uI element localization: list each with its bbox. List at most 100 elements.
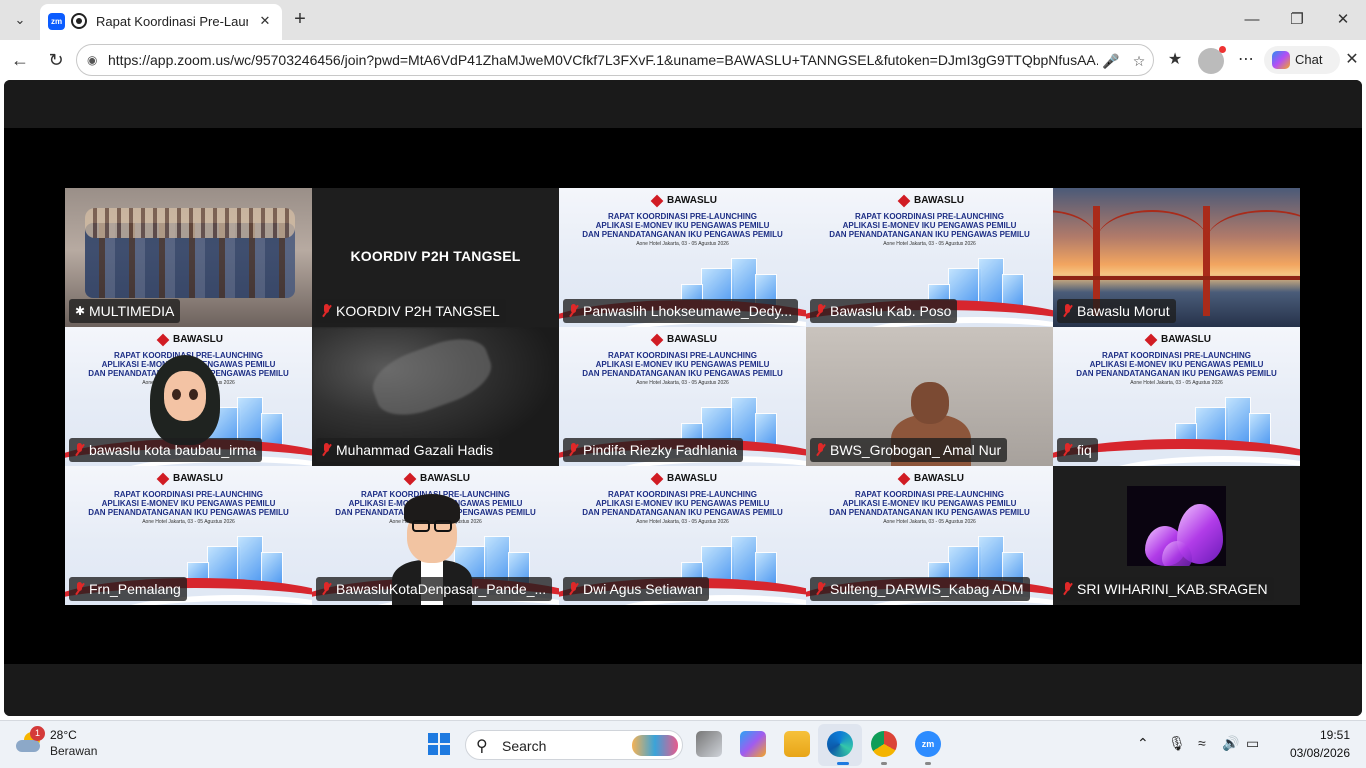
- search-icon: ⚲: [476, 738, 488, 755]
- participant-name-label: Muhammad Gazali Hadis: [316, 438, 500, 462]
- tab-title: Rapat Koordinasi Pre-Launching: [96, 14, 248, 29]
- participant-tile[interactable]: BAWASLU RAPAT KOORDINASI PRE-LAUNCHING APL…: [559, 466, 806, 605]
- clock-time[interactable]: 19:51: [1296, 728, 1350, 742]
- profile-avatar[interactable]: [1198, 46, 1226, 74]
- participant-tile[interactable]: BAWASLU RAPAT KOORDINASI PRE-LAUNCHING APL…: [806, 188, 1053, 327]
- volume-icon[interactable]: 🔊: [1222, 735, 1239, 752]
- banner-line-2: APLIKASI E-MONEV IKU PENGAWAS PEMILU: [842, 499, 1017, 508]
- bawaslu-logo: BAWASLU: [651, 333, 719, 347]
- url-text[interactable]: https://app.zoom.us/wc/95703246456/join?…: [108, 52, 1098, 68]
- edge-browser-icon[interactable]: [827, 731, 853, 757]
- taskbar-search[interactable]: ⚲ Search: [465, 730, 683, 760]
- participant-name-label: Pindifa Riezky Fadhlania: [563, 438, 744, 462]
- microphone-tray-icon[interactable]: 🎙: [1168, 735, 1186, 752]
- bawaslu-logo: BAWASLU: [898, 194, 966, 208]
- banner-line-1: RAPAT KOORDINASI PRE-LAUNCHING: [113, 490, 264, 499]
- name-card-text: KOORDIV P2H TANGSEL: [350, 248, 521, 264]
- participant-tile[interactable]: BWS_Grobogan_ Amal Nur: [806, 327, 1053, 466]
- participant-tile[interactable]: BAWASLU RAPAT KOORDINASI PRE-LAUNCHING APL…: [559, 327, 806, 466]
- participant-name-label: fiq: [1057, 438, 1098, 462]
- copilot-chat-button[interactable]: Chat: [1264, 46, 1340, 74]
- minimize-icon[interactable]: —: [1238, 8, 1266, 32]
- participant-tile[interactable]: BAWASLU RAPAT KOORDINASI PRE-LAUNCHING APL…: [1053, 327, 1300, 466]
- running-indicator: [881, 762, 887, 765]
- favorites-icon[interactable]: ★: [1163, 48, 1187, 72]
- task-view-icon[interactable]: [696, 731, 722, 757]
- address-bar[interactable]: ◉ https://app.zoom.us/wc/95703246456/joi…: [76, 44, 1154, 76]
- participant-name: Panwaslih Lhokseumawe_Dedy...: [583, 303, 793, 319]
- favorite-star-icon[interactable]: ☆: [1129, 51, 1149, 71]
- file-explorer-icon[interactable]: [784, 731, 810, 757]
- banner-line-2: APLIKASI E-MONEV IKU PENGAWAS PEMILU: [1089, 360, 1264, 369]
- restore-icon[interactable]: ❐: [1283, 8, 1311, 32]
- bawaslu-logo: BAWASLU: [1145, 333, 1213, 347]
- participant-name: MULTIMEDIA: [89, 303, 175, 319]
- participant-name-label: Bawaslu Kab. Poso: [810, 299, 958, 323]
- more-menu-icon[interactable]: ⋯: [1234, 48, 1258, 72]
- weather-description[interactable]: Berawan: [50, 744, 97, 758]
- participant-tile[interactable]: BAWASLU RAPAT KOORDINASI PRE-LAUNCHING APL…: [65, 466, 312, 605]
- participant-tile[interactable]: BAWASLU RAPAT KOORDINASI PRE-LAUNCHING APL…: [806, 466, 1053, 605]
- participant-name: Frn_Pemalang: [89, 581, 181, 597]
- participant-name-label: BWS_Grobogan_ Amal Nur: [810, 438, 1008, 462]
- banner-line-3: DAN PENANDATANGANAN IKU PENGAWAS PEMILU: [829, 230, 1030, 239]
- participant-name: Muhammad Gazali Hadis: [336, 442, 494, 458]
- participant-name-label: Panwaslih Lhokseumawe_Dedy...: [563, 299, 799, 323]
- show-hidden-icons-chevron-icon[interactable]: ⌃: [1137, 735, 1149, 752]
- participant-tile[interactable]: SRI WIHARINI_KAB.SRAGEN: [1053, 466, 1300, 605]
- banner-line-2: APLIKASI E-MONEV IKU PENGAWAS PEMILU: [101, 499, 276, 508]
- banner-line-3: DAN PENANDATANGANAN IKU PENGAWAS PEMILU: [829, 508, 1030, 517]
- running-indicator: [837, 762, 849, 765]
- muted-mic-icon: [568, 443, 579, 457]
- participant-name-label: Frn_Pemalang: [69, 577, 187, 601]
- participant-tile[interactable]: Bawaslu Morut: [1053, 188, 1300, 327]
- banner-line-2: APLIKASI E-MONEV IKU PENGAWAS PEMILU: [842, 221, 1017, 230]
- muted-mic-icon: [815, 582, 826, 596]
- sidebar-close-icon[interactable]: ✕: [1340, 48, 1364, 72]
- participant-name: Pindifa Riezky Fadhlania: [583, 442, 738, 458]
- start-windows-icon[interactable]: [428, 733, 450, 755]
- participant-tile[interactable]: BAWASLU RAPAT KOORDINASI PRE-LAUNCHING APL…: [559, 188, 806, 327]
- wifi-icon[interactable]: ≈: [1198, 735, 1206, 751]
- site-info-icon[interactable]: ◉: [87, 53, 101, 67]
- battery-icon[interactable]: ▭: [1246, 735, 1259, 752]
- temperature[interactable]: 28°C: [50, 728, 77, 742]
- participant-tile[interactable]: BAWASLU RAPAT KOORDINASI PRE-LAUNCHING APL…: [65, 327, 312, 466]
- copilot-app-icon[interactable]: [740, 731, 766, 757]
- tab-close-icon[interactable]: ✕: [255, 11, 275, 31]
- chrome-icon[interactable]: [871, 731, 897, 757]
- participant-name: BawasluKotaDenpasar_Pande_...: [336, 581, 547, 597]
- participant-tile[interactable]: KOORDIV P2H TANGSEL KOORDIV P2H TANGSEL: [312, 188, 559, 327]
- weather-badge: 1: [30, 726, 45, 741]
- banner-date: Aone Hotel Jakarta, 03 - 05 Agustus 2026: [636, 380, 729, 386]
- banner-line-3: DAN PENANDATANGANAN IKU PENGAWAS PEMILU: [582, 508, 783, 517]
- participant-name-label: KOORDIV P2H TANGSEL: [316, 299, 506, 323]
- zoom-app-icon[interactable]: zm: [915, 731, 941, 757]
- tab-list-chevron-icon[interactable]: ⌄: [8, 8, 32, 32]
- muted-mic-icon: [1062, 582, 1073, 596]
- meeting-controls-bar: [4, 664, 1362, 716]
- reload-icon[interactable]: ↻: [44, 48, 68, 72]
- window-close-icon[interactable]: ✕: [1329, 8, 1357, 32]
- banner-date: Aone Hotel Jakarta, 03 - 05 Agustus 2026: [142, 519, 235, 525]
- muted-mic-icon: [1062, 443, 1073, 457]
- muted-mic-icon: [321, 443, 332, 457]
- banner-line-1: RAPAT KOORDINASI PRE-LAUNCHING: [607, 490, 758, 499]
- muted-mic-icon: [568, 304, 579, 318]
- participant-name-label: Dwi Agus Setiawan: [563, 577, 709, 601]
- new-tab-plus-icon[interactable]: +: [288, 8, 312, 32]
- participant-tile[interactable]: ✱ MULTIMEDIA: [65, 188, 312, 327]
- search-highlight-image: [632, 735, 678, 756]
- zoom-favicon-icon: zm: [48, 13, 65, 30]
- clock-date[interactable]: 03/08/2026: [1280, 746, 1350, 760]
- muted-mic-icon: [74, 582, 85, 596]
- browser-tab[interactable]: zm Rapat Koordinasi Pre-Launching ✕: [40, 4, 282, 40]
- participant-tile[interactable]: BAWASLU RAPAT KOORDINASI PRE-LAUNCHING APL…: [312, 466, 559, 605]
- banner-date: Aone Hotel Jakarta, 03 - 05 Agustus 2026: [883, 519, 976, 525]
- participant-name-label: bawaslu kota baubau_irma: [69, 438, 263, 462]
- microphone-icon[interactable]: 🎤: [1101, 51, 1121, 71]
- participant-name: Dwi Agus Setiawan: [583, 581, 703, 597]
- participant-name: Bawaslu Morut: [1077, 303, 1170, 319]
- participant-tile[interactable]: Muhammad Gazali Hadis: [312, 327, 559, 466]
- back-arrow-icon[interactable]: ←: [8, 48, 32, 72]
